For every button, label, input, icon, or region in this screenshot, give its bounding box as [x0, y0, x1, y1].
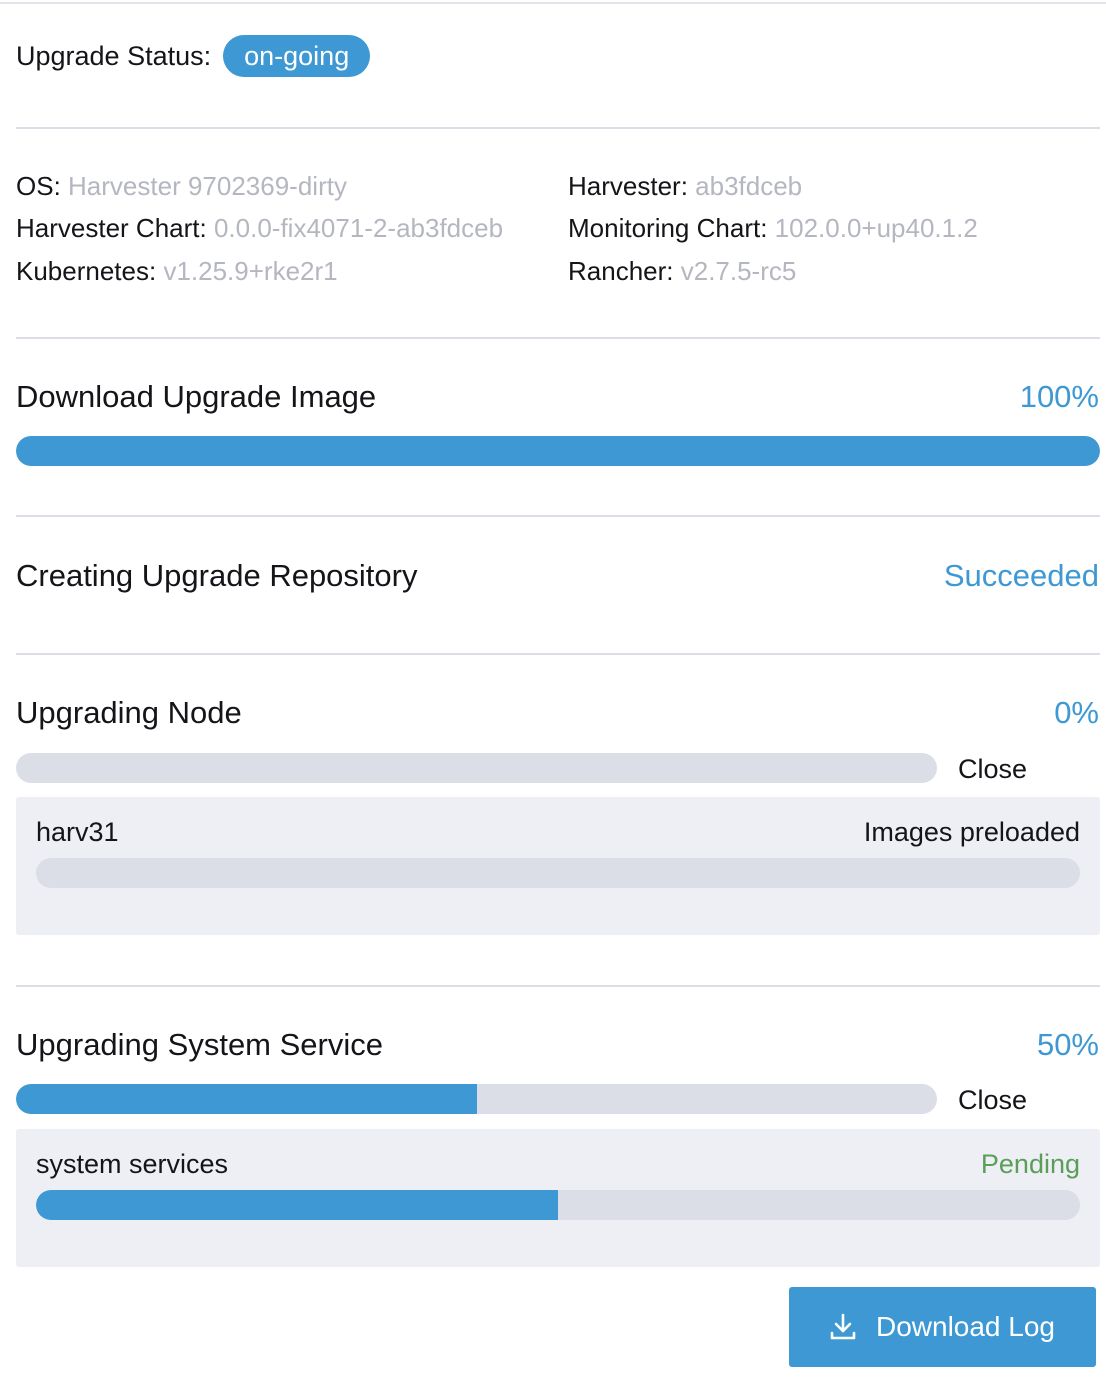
node-name: harv31 — [36, 817, 119, 847]
service-progress — [36, 1190, 1080, 1220]
version-monitoring-chart-value: 102.0.0+up40.1.2 — [774, 213, 978, 243]
version-monitoring-chart: Monitoring Chart: 102.0.0+up40.1.2 — [568, 213, 978, 244]
download-image-title: Download Upgrade Image — [16, 379, 377, 414]
version-harvester-value: ab3fdceb — [695, 171, 803, 201]
download-log-label: Download Log — [875, 1311, 1056, 1342]
upgrading-node-title: Upgrading Node — [16, 695, 242, 730]
download-log-button[interactable]: Download Log — [789, 1287, 1096, 1367]
service-name: system services — [36, 1149, 229, 1179]
system-service-percent: 50% — [1036, 1027, 1099, 1062]
version-harvester-chart-value: 0.0.0-fix4071-2-ab3fdceb — [213, 213, 504, 243]
version-rancher-label: Rancher: — [568, 256, 674, 286]
version-harvester-chart-label: Harvester Chart: — [16, 213, 207, 243]
version-harvester-chart: Harvester Chart: 0.0.0-fix4071-2-ab3fdce… — [16, 213, 503, 244]
version-harvester-label: Harvester: — [568, 171, 688, 201]
version-kubernetes-label: Kubernetes: — [16, 256, 157, 286]
version-harvester: Harvester: ab3fdceb — [568, 171, 802, 202]
service-status: Pending — [980, 1149, 1080, 1179]
top-divider — [0, 2, 1106, 4]
divider — [16, 127, 1100, 129]
version-kubernetes: Kubernetes: v1.25.9+rke2r1 — [16, 256, 338, 287]
download-icon — [830, 1313, 856, 1340]
repository-status: Succeeded — [943, 558, 1099, 593]
download-image-progress — [16, 436, 1100, 466]
repository-title: Creating Upgrade Repository — [16, 558, 418, 593]
node-card: harv31 Images preloaded — [16, 797, 1100, 935]
upgrade-status: Upgrade Status: on-going — [16, 34, 371, 78]
system-service-close-link[interactable]: Close — [958, 1085, 1027, 1116]
divider — [16, 653, 1100, 655]
divider — [16, 985, 1100, 987]
status-badge: on-going — [223, 35, 371, 77]
divider — [16, 337, 1100, 339]
node-status: Images preloaded — [863, 817, 1080, 847]
version-rancher: Rancher: v2.7.5-rc5 — [568, 256, 796, 287]
upgrading-node-percent: 0% — [1054, 695, 1099, 730]
upgrade-status-label: Upgrade Status: — [16, 40, 212, 71]
download-image-percent: 100% — [1019, 379, 1099, 414]
divider — [16, 515, 1100, 517]
version-monitoring-chart-label: Monitoring Chart: — [568, 213, 768, 243]
system-service-title: Upgrading System Service — [16, 1027, 383, 1062]
download-image-progress-fill — [16, 436, 1100, 466]
node-progress — [36, 858, 1080, 888]
version-os-value: Harvester 9702369-dirty — [68, 171, 347, 201]
service-progress-fill — [36, 1190, 558, 1220]
system-service-progress — [16, 1084, 937, 1114]
upgrading-node-progress — [16, 753, 937, 783]
upgrading-node-close-link[interactable]: Close — [958, 754, 1027, 785]
version-os: OS: Harvester 9702369-dirty — [16, 171, 347, 202]
service-card: system services Pending — [16, 1129, 1100, 1267]
version-os-label: OS: — [16, 171, 61, 201]
version-rancher-value: v2.7.5-rc5 — [680, 256, 797, 286]
system-service-progress-fill — [16, 1084, 477, 1114]
version-kubernetes-value: v1.25.9+rke2r1 — [163, 256, 338, 286]
